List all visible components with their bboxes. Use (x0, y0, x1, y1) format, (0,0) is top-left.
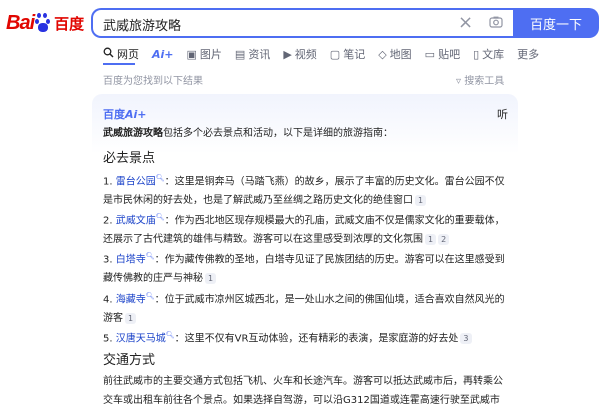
ai-intro: 武威旅游攻略包括多个必去景点和活动，以下是详细的旅游指南： (103, 124, 513, 143)
tab-notes[interactable]: ▢ 笔记 (330, 44, 365, 64)
tab-label: 贴吧 (438, 48, 461, 61)
citation-badge[interactable]: 1 (125, 313, 137, 325)
tab-wenku[interactable]: ▯ 文库 (473, 44, 504, 64)
tab-label: 文库 (482, 48, 505, 61)
logo-text-baidu: 百度 (54, 14, 85, 33)
doc-icon: ▯ (473, 47, 480, 61)
attraction-link[interactable]: 海藏寺 (116, 294, 146, 305)
transport-paragraph: 前往武威市的主要交通方式包括飞机、火车和长途汽车。游客可以抵达武威市后，再转乘公… (103, 372, 513, 410)
search-button[interactable]: 百度一下 (513, 8, 599, 38)
ai-logo-baidu: 百度 (103, 108, 125, 121)
list-item: 1. 雷台公园🔍︎：这里是铜奔马（马踏飞燕）的故乡，展示了丰富的历史文化。雷台公… (103, 169, 513, 210)
item-text: 还展示了古代建筑的雄伟与精致。游客可以在这里感受到浓厚的文化氛围 (103, 234, 423, 246)
item-text: 藏传佛教的庄严与神秘 (103, 273, 203, 285)
citation-badge[interactable]: 1 (205, 273, 217, 285)
list-item: 2. 武威文庙🔍︎：作为西北地区现存规模最大的孔庙，武威文庙不仅是儒家文化的重要… (103, 208, 513, 249)
item-number: 2. (103, 215, 113, 227)
image-icon: ▣ (186, 47, 197, 61)
list-item: 5. 汉唐天马城🔍︎：这里不仅有VR互动体验，还有精彩的表演，是家庭游的好去处 3 (103, 326, 513, 348)
item-text: ：作为藏传佛教的圣地，白塔寺见证了民族团结的历史。游客可以在这里感受到 (154, 254, 505, 266)
tab-label: 笔记 (343, 48, 366, 61)
tab-label: 视频 (294, 48, 317, 61)
tab-label: 资讯 (248, 48, 271, 61)
citation-badge[interactable]: 1 (415, 195, 427, 207)
tab-news[interactable]: ▤ 资讯 (235, 44, 270, 64)
tab-video[interactable]: ▶ 视频 (283, 44, 316, 64)
baidu-logo[interactable]: Bai 百度 (6, 10, 86, 36)
search-icon[interactable]: 🔍︎ (146, 252, 155, 260)
search-input[interactable]: 武威旅游攻略 × (91, 8, 513, 38)
list-item: 4. 海藏寺🔍︎：位于武威市凉州区城西北，是一处山水之间的佛国仙境，适合喜欢自然… (103, 287, 513, 328)
section-heading-attractions: 必去景点 (103, 151, 156, 166)
tab-label: 地图 (389, 48, 412, 61)
transport-text: 交车或出租车前往各个景点。如果选择自驾游，可以沿G312国道或连霍高速行驶至武威… (103, 395, 500, 406)
filter-icon: ▿ (456, 76, 462, 87)
tab-web[interactable]: 网页 (103, 44, 139, 64)
active-tab-underline (103, 63, 135, 65)
map-icon: ◇ (378, 47, 387, 61)
ai-card-logo: 百度Ai+ (103, 106, 147, 122)
note-icon: ▢ (329, 47, 341, 61)
attraction-link[interactable]: 白塔寺 (116, 254, 146, 265)
intro-bold: 武威旅游攻略 (103, 128, 163, 139)
video-icon: ▶ (283, 47, 292, 61)
news-icon: ▤ (234, 47, 246, 61)
list-item: 3. 白塔寺🔍︎：作为藏传佛教的圣地，白塔寺见证了民族团结的历史。游客可以在这里… (103, 247, 513, 288)
section-heading-transport: 交通方式 (103, 353, 156, 368)
paw-icon (35, 13, 53, 33)
item-text: 是市民休闲的好去处，也是了解武威乃至丝绸之路历史文化的绝佳窗口 (103, 195, 413, 207)
attraction-link[interactable]: 汉唐天马城 (116, 333, 166, 344)
ai-logo-ai: Ai+ (125, 108, 147, 121)
camera-icon[interactable] (489, 16, 503, 28)
result-count-text: 百度为您找到以下结果 (103, 76, 203, 87)
search-icon[interactable]: 🔍︎ (156, 174, 165, 182)
citation-badge[interactable]: 1 (425, 234, 437, 246)
citation-badge[interactable]: 2 (438, 234, 450, 246)
item-text: ：这里不仅有VR互动体验，还有精彩的表演，是家庭游的好去处 (174, 333, 459, 345)
tab-label: 网页 (117, 48, 139, 61)
ai-icon: Ai+ (152, 47, 174, 61)
tieba-icon: ▭ (424, 47, 436, 61)
search-icon (103, 47, 114, 61)
search-icon[interactable]: 🔍︎ (166, 331, 175, 339)
item-text: ：位于武威市凉州区城西北，是一处山水之间的佛国仙境，适合喜欢自然风光的 (154, 294, 505, 306)
transport-text: 前往武威市的主要交通方式包括飞机、火车和长途汽车。游客可以抵达武威市后，再转乘公 (103, 376, 503, 387)
item-number: 3. (103, 254, 113, 266)
item-text: ：这里是铜奔马（马踏飞燕）的故乡，展示了丰富的历史文化。雷台公园不仅 (164, 176, 505, 188)
item-number: 1. (103, 176, 113, 188)
search-icon[interactable]: 🔍︎ (146, 292, 155, 300)
attraction-link[interactable]: 武威文庙 (116, 215, 156, 226)
item-number: 4. (103, 294, 113, 306)
item-text: ：作为西北地区现存规模最大的孔庙，武威文庙不仅是儒家文化的重要载体， (164, 215, 505, 227)
tab-label: 更多 (517, 48, 540, 61)
search-tabs: 网页 Ai+ ▣ 图片 ▤ 资讯 ▶ 视频 ▢ 笔记 ◇ 地图 ▭ 贴吧 ▯ 文… (103, 44, 552, 64)
tab-ai[interactable]: Ai+ (152, 44, 174, 64)
logo-text-bai: Bai (6, 11, 35, 34)
tab-tieba[interactable]: ▭ 贴吧 (425, 44, 460, 64)
item-number: 5. (103, 333, 113, 345)
citation-badge[interactable]: 3 (460, 333, 472, 345)
intro-text: 包括多个必去景点和活动，以下是详细的旅游指南： (163, 128, 393, 139)
attraction-link[interactable]: 雷台公园 (116, 176, 156, 187)
clear-icon[interactable]: × (458, 12, 473, 33)
tab-images[interactable]: ▣ 图片 (187, 44, 222, 64)
search-tools-button[interactable]: ▿ 搜索工具 (456, 72, 504, 87)
search-query-text: 武威旅游攻略 (103, 19, 182, 34)
item-text: 游客 (103, 313, 123, 325)
tab-label: 图片 (199, 48, 222, 61)
tab-more[interactable]: 更多 (517, 44, 539, 64)
search-icon[interactable]: 🔍︎ (156, 213, 165, 221)
tab-map[interactable]: ◇ 地图 (378, 44, 411, 64)
search-tools-label: 搜索工具 (464, 76, 505, 87)
listen-button[interactable]: 听 (497, 106, 508, 122)
